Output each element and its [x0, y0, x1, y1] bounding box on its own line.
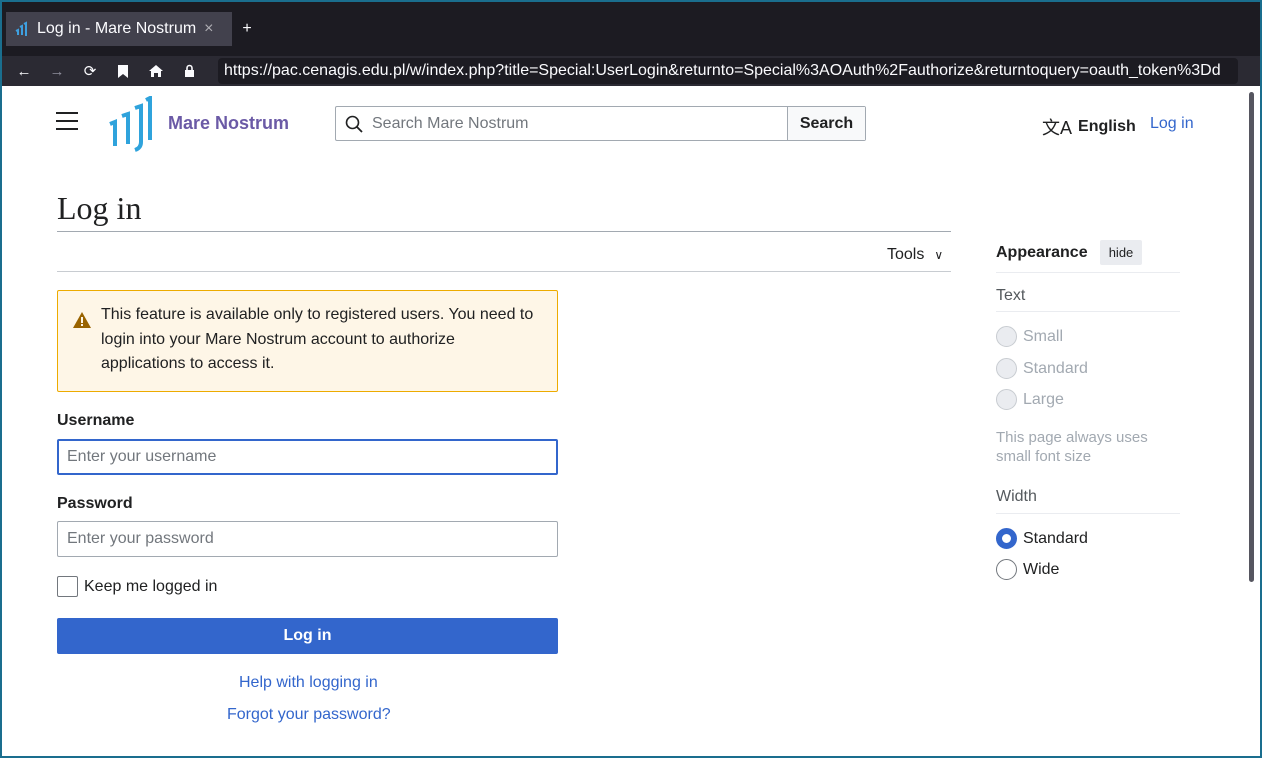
radio-label: Standard [1023, 359, 1088, 377]
radio-label: Large [1023, 390, 1064, 408]
reload-icon[interactable]: ⟳ [79, 60, 101, 82]
radio-dot [996, 559, 1017, 580]
login-button[interactable]: Log in [57, 618, 558, 654]
text-size-note: This page always uses small font size [996, 429, 1148, 465]
browser-window: Log in - Mare Nostrum × + ← → ⟳ https://… [0, 0, 1262, 758]
site-name[interactable]: Mare Nostrum [168, 113, 289, 134]
main-menu-icon[interactable] [56, 112, 78, 130]
site-logo-icon[interactable] [106, 96, 152, 152]
password-label: Password [57, 495, 133, 512]
home-icon[interactable] [145, 60, 167, 82]
page-scrollbar[interactable] [1249, 92, 1254, 582]
language-label: English [1078, 118, 1136, 135]
username-input[interactable] [57, 439, 558, 475]
width-divider [996, 513, 1180, 514]
back-icon[interactable]: ← [13, 60, 35, 82]
page-content: Mare Nostrum Search 文A English Log in Lo… [2, 86, 1260, 756]
tab-bar: Log in - Mare Nostrum × + [2, 2, 1260, 56]
warning-icon [73, 312, 91, 328]
lock-icon[interactable] [178, 60, 200, 82]
checkbox-box[interactable] [57, 576, 78, 597]
bookmark-icon[interactable] [112, 60, 134, 82]
text-size-large-radio[interactable]: Large [996, 389, 1064, 410]
tab-close-icon[interactable]: × [204, 20, 213, 38]
width-heading: Width [996, 488, 1037, 505]
search-icon [336, 107, 372, 140]
chevron-down-icon: ∨ [934, 248, 944, 262]
text-size-standard-radio[interactable]: Standard [996, 358, 1088, 379]
radio-dot [996, 389, 1017, 410]
site-favicon-icon [15, 21, 27, 36]
password-input[interactable] [57, 521, 558, 557]
username-label: Username [57, 412, 135, 429]
page-title: Log in [57, 190, 142, 226]
text-heading: Text [996, 287, 1026, 304]
language-selector[interactable]: 文A English [1042, 114, 1136, 140]
forward-icon[interactable]: → [46, 60, 68, 82]
appearance-title: Appearance [996, 244, 1088, 261]
search-input[interactable] [372, 107, 787, 140]
navigation-bar: ← → ⟳ https://pac.cenagis.edu.pl/w/index… [2, 56, 1260, 86]
width-standard-radio[interactable]: Standard [996, 528, 1088, 549]
radio-dot [996, 326, 1017, 347]
translate-icon: 文A [1042, 118, 1073, 138]
tools-menu[interactable]: Tools ∨ [887, 246, 943, 264]
appearance-hide-button[interactable]: hide [1100, 240, 1142, 265]
tab-title: Log in - Mare Nostrum [37, 20, 197, 37]
text-divider [996, 311, 1180, 312]
warning-text: This feature is available only to regist… [101, 306, 534, 372]
radio-label: Standard [1023, 529, 1088, 547]
text-size-small-radio[interactable]: Small [996, 326, 1063, 347]
header-login-link[interactable]: Log in [1150, 115, 1194, 133]
search-box: Search [335, 106, 866, 141]
title-divider [57, 231, 951, 232]
width-wide-radio[interactable]: Wide [996, 559, 1059, 580]
radio-dot [996, 358, 1017, 379]
radio-dot-selected [996, 528, 1017, 549]
radio-label: Wide [1023, 560, 1060, 578]
warning-message: This feature is available only to regist… [57, 290, 558, 392]
url-bar[interactable]: https://pac.cenagis.edu.pl/w/index.php?t… [218, 58, 1238, 84]
tools-label: Tools [887, 246, 925, 263]
appearance-divider [996, 272, 1180, 273]
new-tab-button[interactable]: + [238, 19, 256, 39]
browser-tab[interactable]: Log in - Mare Nostrum × [6, 12, 232, 46]
search-button[interactable]: Search [787, 107, 865, 140]
help-login-link[interactable]: Help with logging in [239, 674, 378, 692]
forgot-password-link[interactable]: Forgot your password? [227, 706, 391, 724]
keep-logged-in-label: Keep me logged in [84, 577, 218, 595]
keep-logged-in-checkbox[interactable]: Keep me logged in [57, 576, 217, 597]
tools-divider [57, 271, 951, 272]
radio-label: Small [1023, 327, 1064, 345]
